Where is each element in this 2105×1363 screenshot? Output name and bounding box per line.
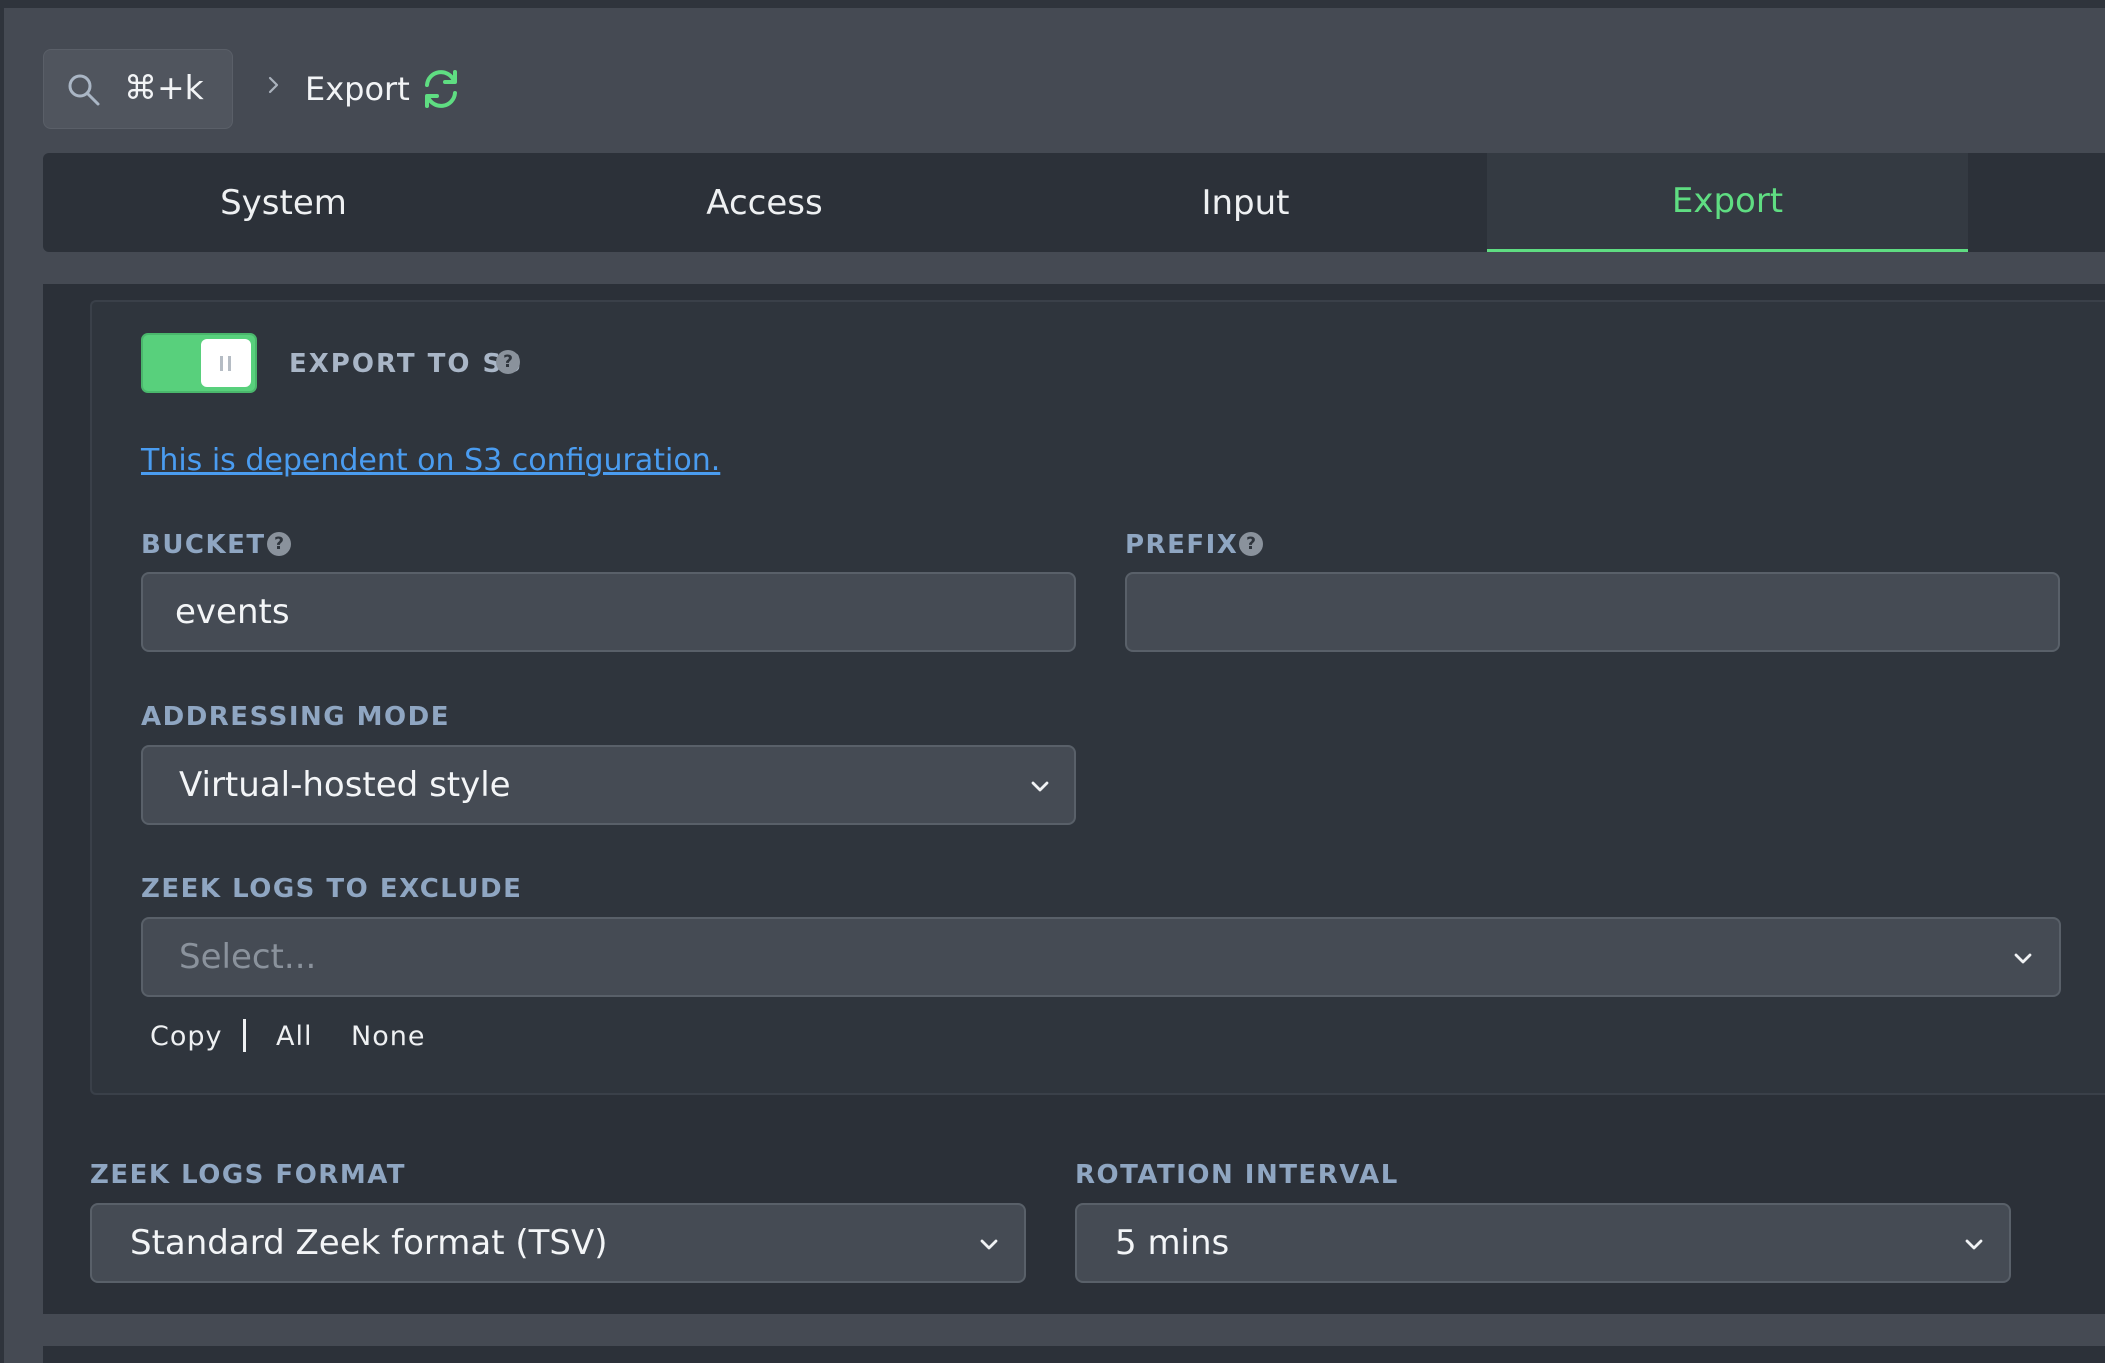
action-separator	[243, 1019, 246, 1052]
breadcrumb-current: Export	[305, 70, 410, 108]
zeek-logs-exclude-label: ZEEK LOGS TO EXCLUDE	[141, 874, 523, 904]
bucket-value: events	[175, 592, 290, 632]
search-icon	[68, 74, 100, 106]
chevron-right-icon	[268, 76, 279, 94]
tab-access[interactable]: Access	[524, 153, 1005, 252]
tab-export[interactable]: Export	[1487, 153, 1968, 252]
select-none-button[interactable]: None	[351, 1021, 425, 1052]
window-top-border	[0, 0, 2105, 8]
tab-bar: System Access Input Export	[43, 153, 2105, 252]
chevron-down-icon	[1031, 781, 1049, 792]
refresh-icon[interactable]	[420, 68, 462, 110]
bucket-input[interactable]: events	[141, 572, 1076, 652]
export-s3-toggle[interactable]	[141, 333, 257, 393]
help-icon[interactable]: ?	[496, 350, 520, 374]
select-all-button[interactable]: All	[276, 1021, 312, 1052]
copy-button[interactable]: Copy	[150, 1021, 223, 1052]
zeek-logs-exclude-select[interactable]: Select...	[141, 917, 2061, 997]
rotation-interval-select[interactable]: 5 mins	[1075, 1203, 2011, 1283]
s3-configuration-link[interactable]: This is dependent on S3 configuration.	[141, 443, 720, 478]
zeek-logs-format-select[interactable]: Standard Zeek format (TSV)	[90, 1203, 1026, 1283]
chevron-down-icon	[1965, 1239, 1983, 1250]
tab-system[interactable]: System	[43, 153, 524, 252]
search-shortcut: ⌘+k	[124, 68, 204, 107]
zeek-logs-format-value: Standard Zeek format (TSV)	[130, 1223, 608, 1263]
rotation-interval-value: 5 mins	[1115, 1223, 1230, 1263]
chevron-down-icon	[980, 1239, 998, 1250]
bucket-label: BUCKET	[141, 530, 266, 560]
tab-input[interactable]: Input	[1005, 153, 1486, 252]
addressing-mode-select[interactable]: Virtual-hosted style	[141, 745, 1076, 825]
addressing-mode-value: Virtual-hosted style	[179, 765, 511, 805]
toggle-knob	[201, 339, 251, 387]
zeek-logs-exclude-placeholder: Select...	[179, 937, 317, 977]
search-button[interactable]: ⌘+k	[43, 49, 233, 129]
help-icon[interactable]: ?	[1239, 532, 1263, 556]
next-section-edge	[43, 1346, 2105, 1363]
prefix-input[interactable]	[1125, 572, 2060, 652]
chevron-down-icon	[2014, 953, 2032, 964]
help-icon[interactable]: ?	[267, 532, 291, 556]
addressing-mode-label: ADDRESSING MODE	[141, 702, 450, 732]
prefix-label: PREFIX	[1125, 530, 1239, 560]
zeek-logs-format-label: ZEEK LOGS FORMAT	[90, 1160, 407, 1190]
export-s3-title: EXPORT TO S3	[289, 349, 524, 379]
window-left-border	[0, 0, 4, 1363]
rotation-interval-label: ROTATION INTERVAL	[1075, 1160, 1399, 1190]
